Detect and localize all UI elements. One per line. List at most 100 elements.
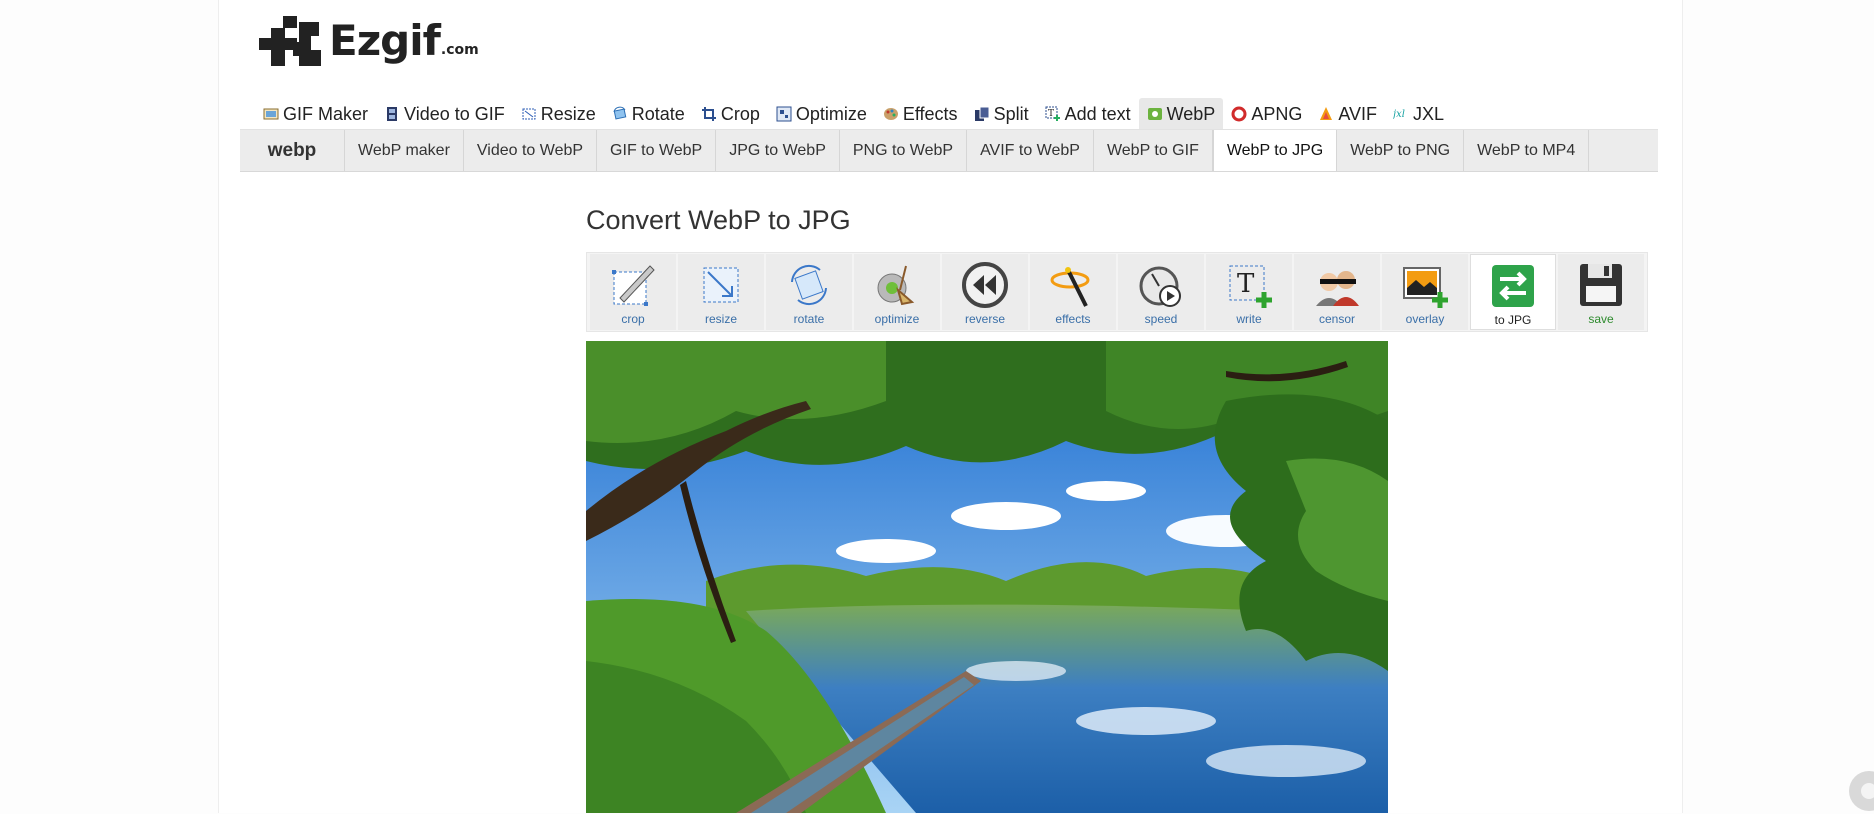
to-jpg-tool-button[interactable]: to JPG: [1470, 254, 1556, 330]
subnav-item-video-to-webp[interactable]: Video to WebP: [464, 130, 598, 171]
subnav-item-jpg-to-webp[interactable]: JPG to WebP: [716, 130, 840, 171]
tool-label: to JPG: [1494, 313, 1532, 327]
rotate-icon: [613, 106, 627, 120]
nav-item-effects[interactable]: Effects: [875, 98, 966, 130]
optimize-tool-button[interactable]: optimize: [854, 254, 940, 330]
jxl-icon: jxl: [1393, 109, 1405, 120]
logo-tld: .com: [440, 42, 479, 58]
avif-icon: [1320, 107, 1333, 120]
nav-item-video-to-gif[interactable]: Video to GIF: [376, 98, 513, 130]
sub-nav: webp WebP maker Video to WebP GIF to Web…: [240, 129, 1658, 172]
edit-toolbar: crop resize rotate optimize reverse effe…: [586, 252, 1648, 332]
write-tool-icon: T: [1229, 265, 1272, 308]
save-tool-button[interactable]: save: [1558, 254, 1644, 330]
svg-text:T: T: [1048, 109, 1054, 119]
nav-item-optimize[interactable]: Optimize: [768, 98, 875, 130]
nav-item-split[interactable]: Split: [966, 98, 1037, 130]
resize-tool-icon: [703, 267, 739, 303]
nav-label: Effects: [902, 103, 958, 124]
page-container: Ezgif .com GIF Maker Video to GIF Resize…: [218, 0, 1683, 813]
nav-item-resize[interactable]: Resize: [513, 98, 604, 130]
tool-label: save: [1588, 312, 1614, 326]
nav-item-webp[interactable]: WebP: [1138, 98, 1224, 130]
speed-tool-icon: [1139, 266, 1181, 307]
gear-icon[interactable]: [1846, 768, 1874, 814]
nav-item-avif[interactable]: AVIF: [1310, 98, 1385, 130]
rotate-tool-icon: [791, 265, 827, 305]
subnav-item-webp-to-gif[interactable]: WebP to GIF: [1094, 130, 1213, 171]
gif-maker-icon: [263, 108, 279, 120]
tool-label: overlay: [1405, 312, 1445, 326]
subnav-item-webp-to-png[interactable]: WebP to PNG: [1337, 130, 1465, 171]
add-text-icon: T: [1045, 106, 1060, 121]
nav-label: Resize: [540, 103, 596, 124]
crop-icon: [701, 107, 716, 121]
nav-label: AVIF: [1338, 103, 1378, 124]
tool-label: optimize: [874, 312, 920, 326]
tool-label: censor: [1318, 312, 1356, 326]
optimize-tool-icon: [877, 265, 915, 306]
nav-label: Split: [993, 103, 1029, 124]
tool-label: rotate: [793, 312, 825, 326]
webp-brand-logo: webp: [240, 130, 345, 171]
nav-label: JXL: [1413, 103, 1445, 124]
crop-tool-icon: [612, 265, 655, 306]
nav-label: Optimize: [795, 103, 867, 124]
preview-image: [586, 341, 1388, 813]
webp-icon: [1147, 108, 1162, 120]
nav-label: Crop: [720, 103, 760, 124]
nav-label: Video to GIF: [404, 103, 505, 124]
overlay-tool-button[interactable]: overlay: [1382, 254, 1468, 330]
save-tool-icon: [1580, 264, 1622, 306]
subnav-item-gif-to-webp[interactable]: GIF to WebP: [597, 130, 717, 171]
main-nav: GIF Maker Video to GIF Resize Rotate Cro…: [255, 98, 1452, 130]
reverse-tool-icon: [962, 262, 1008, 308]
palette-icon: [883, 108, 898, 120]
nav-item-add-text[interactable]: T Add text: [1037, 98, 1139, 130]
apng-icon: [1231, 106, 1247, 122]
landscape-image: [586, 341, 1388, 813]
nav-item-jxl[interactable]: jxl JXL: [1385, 98, 1452, 130]
tool-label: crop: [621, 312, 645, 326]
svg-text:T: T: [1237, 269, 1255, 299]
nav-item-crop[interactable]: Crop: [693, 98, 768, 130]
resize-tool-button[interactable]: resize: [678, 254, 764, 330]
nav-item-rotate[interactable]: Rotate: [604, 98, 693, 130]
effects-tool-button[interactable]: effects: [1030, 254, 1116, 330]
subnav-item-webp-to-mp4[interactable]: WebP to MP4: [1464, 130, 1590, 171]
write-tool-button[interactable]: T write: [1206, 254, 1292, 330]
optimize-icon: [776, 106, 792, 122]
nav-label: APNG: [1251, 103, 1303, 124]
nav-item-gif-maker[interactable]: GIF Maker: [255, 98, 376, 130]
page-title: Convert WebP to JPG: [586, 205, 851, 235]
speed-tool-button[interactable]: speed: [1118, 254, 1204, 330]
nav-label: Add text: [1064, 103, 1131, 124]
tool-label: effects: [1055, 312, 1091, 326]
logo-mark-icon: [259, 16, 321, 66]
effects-tool-icon: [1050, 267, 1090, 307]
tool-label: write: [1236, 312, 1262, 326]
nav-label: GIF Maker: [283, 103, 369, 124]
tool-label: reverse: [964, 312, 1005, 326]
resize-icon: [522, 108, 536, 120]
tool-label: speed: [1144, 312, 1178, 326]
reverse-tool-button[interactable]: reverse: [942, 254, 1028, 330]
censor-tool-icon: [1316, 271, 1359, 306]
site-logo[interactable]: Ezgif .com: [259, 10, 479, 66]
censor-tool-button[interactable]: censor: [1294, 254, 1380, 330]
nav-label: Rotate: [631, 103, 685, 124]
nav-label: WebP: [1166, 103, 1216, 124]
subnav-item-webp-maker[interactable]: WebP maker: [345, 130, 464, 171]
overlay-tool-icon: [1403, 267, 1448, 308]
svg-text:jxl: jxl: [1393, 109, 1405, 120]
to-jpg-tool-icon: [1492, 265, 1534, 307]
rotate-tool-button[interactable]: rotate: [766, 254, 852, 330]
split-icon: [974, 106, 990, 121]
subnav-item-avif-to-webp[interactable]: AVIF to WebP: [967, 130, 1094, 171]
subnav-item-webp-to-jpg[interactable]: WebP to JPG: [1212, 130, 1338, 171]
tool-label: resize: [704, 312, 737, 326]
subnav-item-png-to-webp[interactable]: PNG to WebP: [840, 130, 968, 171]
nav-item-apng[interactable]: APNG: [1223, 98, 1310, 130]
film-icon: [387, 107, 398, 121]
crop-tool-button[interactable]: crop: [590, 254, 676, 330]
